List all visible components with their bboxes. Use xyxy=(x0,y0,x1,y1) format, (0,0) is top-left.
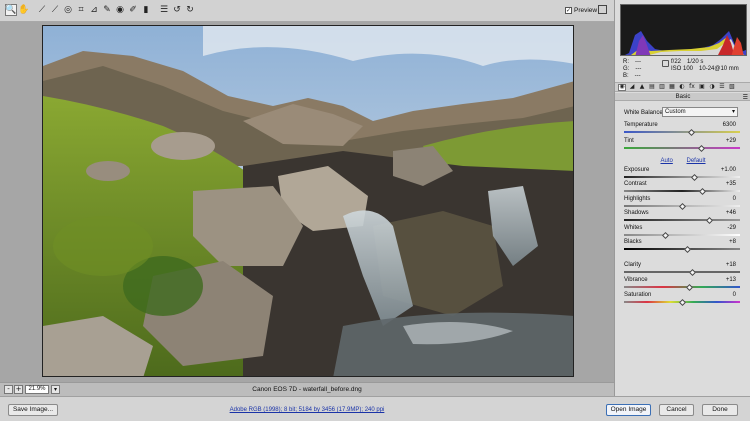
tab-basic-icon[interactable]: ◉ xyxy=(618,83,626,91)
contrast-slider[interactable]: Contrast +35 xyxy=(624,181,740,196)
white-balance-label: White Balance: xyxy=(624,110,665,116)
exposure-slider[interactable]: Exposure +1.00 xyxy=(624,167,740,182)
photo-preview[interactable] xyxy=(42,25,574,377)
temperature-slider[interactable]: Temperature 6300 xyxy=(624,122,740,137)
adjustments-panel: R: --- G: --- B: --- f/22 1/20 s ISO 100 10-2… xyxy=(614,0,750,396)
hand-tool-icon[interactable]: ✋ xyxy=(18,4,30,16)
chevron-down-icon: ▾ xyxy=(731,108,735,115)
exposure-value[interactable]: +1.00 xyxy=(721,167,736,173)
bottom-bar: Save Image... Adobe RGB (1998); 8 bit; 5… xyxy=(0,396,750,421)
preferences-tool-icon[interactable]: ☰ xyxy=(158,4,170,16)
panel-menu-icon[interactable]: ☰ xyxy=(743,94,748,102)
file-name-label: Canon EOS 7D - waterfall_before.dng xyxy=(252,386,362,393)
zoom-tool-icon[interactable]: 🔍 xyxy=(5,4,17,16)
tab-snapshots-icon[interactable]: ▧ xyxy=(728,84,736,91)
whites-value[interactable]: -29 xyxy=(727,225,736,231)
shadows-slider[interactable]: Shadows +46 xyxy=(624,210,740,225)
status-bar: - + 21.9% ▾ Canon EOS 7D - waterfall_bef… xyxy=(0,382,614,396)
color-sampler-tool-icon[interactable]: ⟋ xyxy=(49,4,61,16)
tab-split-toning-icon[interactable]: ▥ xyxy=(658,84,666,91)
histogram xyxy=(620,4,747,56)
white-balance-tool-icon[interactable]: ⟋ xyxy=(36,4,48,16)
blacks-value[interactable]: +8 xyxy=(729,239,736,245)
tab-tone-curve-icon[interactable]: ◢ xyxy=(628,84,636,91)
tab-lens-corrections-icon[interactable]: ▦ xyxy=(668,84,676,91)
rotate-cw-icon[interactable]: ↻ xyxy=(184,4,196,16)
rotate-ccw-icon[interactable]: ↺ xyxy=(171,4,183,16)
preview-label: Preview xyxy=(574,7,598,14)
white-balance-select[interactable]: Custom ▾ xyxy=(662,107,738,117)
contrast-value[interactable]: +35 xyxy=(726,181,736,187)
highlights-slider[interactable]: Highlights 0 xyxy=(624,196,740,211)
auto-default-links: Auto Default xyxy=(615,158,750,164)
clarity-value[interactable]: +18 xyxy=(726,262,736,268)
straighten-tool-icon[interactable]: ⊿ xyxy=(88,4,100,16)
preview-checkbox[interactable]: ✓ xyxy=(565,7,572,14)
adjustment-brush-tool-icon[interactable]: ✐ xyxy=(127,4,139,16)
saturation-slider[interactable]: Saturation 0 xyxy=(624,292,740,307)
crop-tool-icon[interactable]: ⌗ xyxy=(75,4,87,16)
preview-toggle[interactable]: ✓ Preview xyxy=(565,7,597,14)
exif-readout: f/22 1/20 s ISO 100 10-24@10 mm xyxy=(671,59,739,72)
tint-thumb[interactable] xyxy=(697,144,705,153)
targeted-adjustment-tool-icon[interactable]: ◎ xyxy=(62,4,74,16)
workflow-options-link[interactable]: Adobe RGB (1998); 8 bit; 5184 by 3456 (1… xyxy=(0,407,614,413)
section-title-basic: Basic ☰ xyxy=(615,93,750,101)
tab-effects-icon[interactable]: ◐ xyxy=(678,84,686,91)
tab-fx-icon[interactable]: fx xyxy=(688,84,696,91)
panel-tabs: ◉ ◢ ▲ ▤ ▥ ▦ ◐ fx ▣ ◑ ☰ ▧ xyxy=(615,82,750,92)
shadows-value[interactable]: +46 xyxy=(726,210,736,216)
default-link[interactable]: Default xyxy=(687,158,706,164)
camera-info-icon xyxy=(662,60,669,67)
tab-presets-icon[interactable]: ◑ xyxy=(708,84,716,91)
clarity-slider[interactable]: Clarity +18 xyxy=(624,262,740,277)
image-canvas[interactable] xyxy=(0,22,614,382)
done-button[interactable]: Done xyxy=(702,404,738,416)
photo-image xyxy=(43,26,573,376)
graduated-filter-tool-icon[interactable]: ▮ xyxy=(140,4,152,16)
red-eye-tool-icon[interactable]: ◉ xyxy=(114,4,126,16)
vibrance-slider[interactable]: Vibrance +13 xyxy=(624,277,740,292)
rgb-readout: R: --- G: --- B: --- xyxy=(623,59,642,79)
tint-value[interactable]: +29 xyxy=(726,138,736,144)
tint-slider[interactable]: Tint +29 xyxy=(624,138,740,153)
spot-removal-tool-icon[interactable]: ✎ xyxy=(101,4,113,16)
tab-camera-calibration-icon[interactable]: ▣ xyxy=(698,84,706,91)
highlights-value[interactable]: 0 xyxy=(733,196,736,202)
temperature-value[interactable]: 6300 xyxy=(723,122,736,128)
blacks-slider[interactable]: Blacks +8 xyxy=(624,239,740,254)
whites-slider[interactable]: Whites -29 xyxy=(624,225,740,240)
tab-settings-icon[interactable]: ☰ xyxy=(718,84,726,91)
tab-detail-icon[interactable]: ▲ xyxy=(638,84,646,91)
cancel-button[interactable]: Cancel xyxy=(659,404,694,416)
vibrance-value[interactable]: +13 xyxy=(726,277,736,283)
tool-strip: 🔍 ✋ ⟋ ⟋ ◎ ⌗ ⊿ ✎ ◉ ✐ ▮ ☰ ↺ ↻ xyxy=(5,4,196,16)
tab-hsl-icon[interactable]: ▤ xyxy=(648,84,656,91)
fullscreen-icon[interactable] xyxy=(598,5,607,14)
open-image-button[interactable]: Open Image xyxy=(606,404,651,416)
auto-link[interactable]: Auto xyxy=(660,158,672,164)
saturation-value[interactable]: 0 xyxy=(733,292,736,298)
